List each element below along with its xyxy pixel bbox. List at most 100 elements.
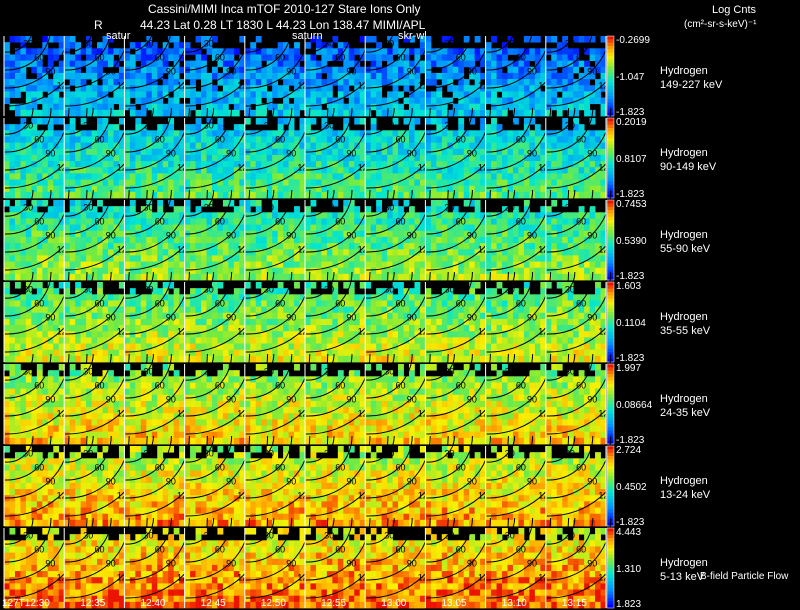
heatmap-cell bbox=[529, 130, 535, 137]
contour-label: 60 bbox=[335, 216, 345, 226]
heatmap-cell bbox=[42, 356, 48, 363]
heatmap-cell bbox=[174, 136, 180, 143]
heatmap-cell bbox=[37, 350, 43, 357]
heatmap-cell bbox=[507, 255, 513, 262]
heatmap-cell bbox=[414, 48, 420, 55]
heatmap-cell bbox=[398, 173, 404, 180]
heatmap-cell bbox=[124, 255, 130, 262]
heatmap-cell bbox=[15, 192, 21, 199]
heatmap-cell bbox=[185, 325, 191, 332]
heatmap-cell bbox=[590, 249, 596, 256]
heatmap-cell bbox=[321, 262, 327, 269]
heatmap-cell bbox=[551, 155, 557, 162]
heatmap-cell bbox=[584, 161, 590, 168]
heatmap-cell bbox=[595, 136, 601, 143]
heatmap-cell bbox=[245, 337, 251, 344]
heatmap-cell bbox=[442, 180, 448, 187]
heatmap-cell bbox=[595, 274, 601, 281]
heatmap-cell bbox=[442, 98, 448, 105]
heatmap-cell bbox=[332, 73, 338, 80]
heatmap-cell bbox=[551, 98, 557, 105]
heatmap-cell bbox=[124, 325, 130, 332]
heatmap-cell bbox=[491, 262, 497, 269]
heatmap-cell bbox=[458, 104, 464, 111]
heatmap-cell bbox=[447, 136, 453, 143]
heatmap-cell bbox=[447, 54, 453, 61]
heatmap-cell bbox=[70, 79, 76, 86]
heatmap-cell bbox=[289, 180, 295, 187]
heatmap-cell bbox=[201, 136, 207, 143]
heatmap-cell bbox=[185, 237, 191, 244]
heatmap-cell bbox=[113, 130, 119, 137]
heatmap-cell bbox=[376, 61, 382, 68]
heatmap-cell bbox=[81, 243, 87, 250]
heatmap-cell bbox=[185, 91, 191, 98]
heatmap-cell bbox=[261, 294, 267, 301]
heatmap-cell bbox=[535, 186, 541, 193]
heatmap-cell bbox=[64, 61, 70, 68]
heatmap-cell bbox=[206, 212, 212, 219]
heatmap-cell bbox=[135, 173, 141, 180]
heatmap-cell bbox=[9, 255, 15, 262]
heatmap-cell bbox=[349, 331, 355, 338]
heatmap-cell bbox=[579, 173, 585, 180]
colorbar-segment bbox=[607, 230, 614, 234]
heatmap-cell bbox=[223, 243, 229, 250]
heatmap-cell bbox=[196, 331, 202, 338]
colorbar-segment bbox=[607, 185, 614, 189]
heatmap-cell bbox=[75, 143, 81, 150]
heatmap-cell bbox=[206, 149, 212, 156]
heatmap-cell bbox=[15, 307, 21, 314]
heatmap-cell bbox=[382, 48, 388, 55]
heatmap-cell bbox=[228, 161, 234, 168]
heatmap-cell bbox=[26, 167, 32, 174]
heatmap-cell bbox=[4, 79, 10, 86]
heatmap-cell bbox=[305, 61, 311, 68]
heatmap-cell bbox=[497, 85, 503, 92]
heatmap-cell bbox=[70, 218, 76, 225]
heatmap-cell bbox=[168, 331, 174, 338]
heatmap-cell bbox=[185, 206, 191, 213]
heatmap-cell bbox=[217, 149, 223, 156]
heatmap-cell bbox=[228, 180, 234, 187]
heatmap-cell bbox=[103, 192, 109, 199]
heatmap-cell bbox=[414, 180, 420, 187]
heatmap-cell bbox=[217, 167, 223, 174]
heatmap-cell bbox=[272, 167, 278, 174]
heatmap-cell bbox=[48, 325, 54, 332]
heatmap-cell bbox=[267, 130, 273, 137]
heatmap-cell bbox=[425, 61, 431, 68]
heatmap-cell bbox=[557, 274, 563, 281]
heatmap-cell bbox=[256, 85, 262, 92]
heatmap-cell bbox=[584, 186, 590, 193]
heatmap-cell bbox=[168, 136, 174, 143]
heatmap-cell bbox=[458, 173, 464, 180]
heatmap-cell bbox=[349, 167, 355, 174]
heatmap-cell bbox=[535, 104, 541, 111]
heatmap-cell bbox=[75, 206, 81, 213]
heatmap-cell bbox=[135, 255, 141, 262]
heatmap-cell bbox=[174, 294, 180, 301]
heatmap-cell bbox=[278, 282, 284, 289]
heatmap-cell bbox=[196, 249, 202, 256]
heatmap-cell bbox=[26, 356, 32, 363]
heatmap-cell bbox=[103, 325, 109, 332]
heatmap-cell bbox=[135, 180, 141, 187]
heatmap-cell bbox=[9, 262, 15, 269]
heatmap-cell bbox=[250, 61, 256, 68]
heatmap-cell bbox=[267, 73, 273, 80]
heatmap-cell bbox=[4, 98, 10, 105]
heatmap-cell bbox=[289, 79, 295, 86]
heatmap-cell bbox=[190, 268, 196, 275]
heatmap-cell bbox=[376, 237, 382, 244]
heatmap-cell bbox=[135, 110, 141, 117]
contour-label: 60 bbox=[335, 298, 345, 308]
heatmap-cell bbox=[245, 161, 251, 168]
heatmap-cell bbox=[152, 268, 158, 275]
heatmap-cell bbox=[146, 313, 152, 320]
heatmap-cell bbox=[278, 249, 284, 256]
heatmap-cell bbox=[70, 180, 76, 187]
heatmap-cell bbox=[141, 155, 147, 162]
heatmap-cell bbox=[81, 344, 87, 351]
heatmap-cell bbox=[436, 124, 442, 131]
